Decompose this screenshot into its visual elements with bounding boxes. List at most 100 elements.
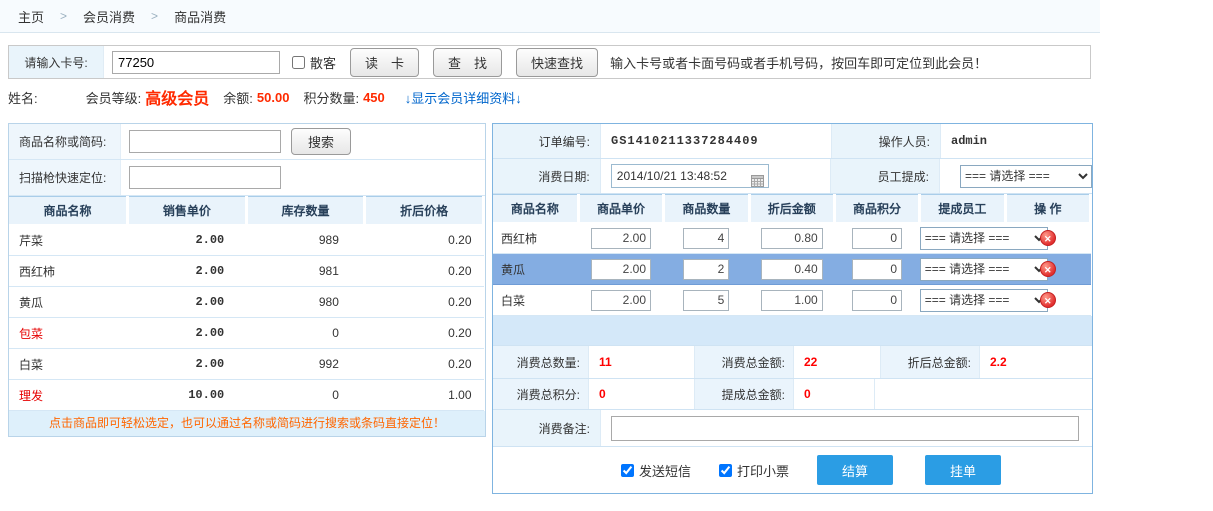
summary-row-1: 消费总数量: 11 消费总金额: 22 折后总金额: 2.2 (493, 346, 1092, 379)
breadcrumb-goods-consume[interactable]: 商品消费 (174, 7, 226, 26)
scan-locate-row: 扫描枪快速定位: (9, 160, 485, 196)
product-discount-cell[interactable]: 0.20 (365, 318, 484, 349)
delete-item-icon[interactable]: ✕ (1040, 230, 1056, 246)
show-member-detail-link[interactable]: ↓显示会员详细资料↓ (405, 88, 522, 107)
product-search-button[interactable]: 搜索 (291, 128, 351, 155)
total-points-label: 消费总积分: (493, 379, 589, 409)
hold-order-button[interactable]: 挂单 (925, 455, 1001, 485)
product-discount-cell[interactable]: 0.20 (365, 349, 484, 380)
item-points-input[interactable] (852, 290, 902, 311)
col-item-name: 商品名称 (493, 195, 578, 223)
product-stock-cell[interactable]: 989 (246, 225, 365, 256)
col-item-qty: 商品数量 (664, 195, 749, 223)
order-item-row[interactable]: 黄瓜 === 请选择 === ✕ (493, 254, 1091, 285)
item-price-input[interactable] (591, 228, 651, 249)
product-row[interactable]: 包菜 2.00 0 0.20 (9, 318, 484, 349)
order-footer: 发送短信 打印小票 结算 挂单 (493, 447, 1092, 493)
order-panel: 订单编号: GS1410211337284409 操作人员: admin 消费日… (492, 123, 1093, 494)
col-discount-price: 折后价格 (365, 197, 484, 225)
operator-value: admin (941, 134, 1092, 148)
col-item-price: 商品单价 (578, 195, 663, 223)
product-name-cell[interactable]: 黄瓜 (9, 287, 128, 318)
item-qty-input[interactable] (683, 290, 729, 311)
delete-item-icon[interactable]: ✕ (1040, 292, 1056, 308)
item-staff-select[interactable]: === 请选择 === (920, 258, 1048, 281)
consume-date-label: 消费日期: (493, 159, 601, 193)
total-qty-value: 11 (589, 355, 694, 369)
product-price-cell[interactable]: 2.00 (128, 256, 247, 287)
product-row[interactable]: 西红柿 2.00 981 0.20 (9, 256, 484, 287)
order-no-value: GS1410211337284409 (601, 134, 831, 148)
calendar-icon[interactable] (751, 175, 764, 190)
product-price-cell[interactable]: 2.00 (128, 287, 247, 318)
product-name-cell[interactable]: 西红柿 (9, 256, 128, 287)
product-discount-cell[interactable]: 1.00 (365, 380, 484, 411)
product-name-cell[interactable]: 包菜 (9, 318, 128, 349)
member-balance-label: 余额: (223, 88, 253, 107)
scan-locate-input[interactable] (129, 166, 281, 189)
item-amount-input[interactable] (761, 228, 823, 249)
settle-button[interactable]: 结算 (817, 455, 893, 485)
product-discount-cell[interactable]: 0.20 (365, 256, 484, 287)
commission-staff-select[interactable]: === 请选择 === (960, 165, 1092, 188)
item-price-input[interactable] (591, 290, 651, 311)
operator-label: 操作人员: (831, 124, 941, 158)
product-row[interactable]: 白菜 2.00 992 0.20 (9, 349, 484, 380)
item-points-input[interactable] (852, 228, 902, 249)
product-stock-cell[interactable]: 0 (246, 380, 365, 411)
member-balance-value: 50.00 (257, 90, 290, 105)
consume-date-input[interactable] (611, 164, 769, 188)
item-staff-select[interactable]: === 请选择 === (920, 227, 1048, 250)
consume-date-wrap (611, 169, 769, 183)
product-discount-cell[interactable]: 0.20 (365, 287, 484, 318)
product-price-cell[interactable]: 2.00 (128, 349, 247, 380)
item-amount-input[interactable] (761, 290, 823, 311)
product-price-cell[interactable]: 10.00 (128, 380, 247, 411)
item-price-input[interactable] (591, 259, 651, 280)
product-row[interactable]: 黄瓜 2.00 980 0.20 (9, 287, 484, 318)
order-item-row[interactable]: 白菜 === 请选择 === ✕ (493, 285, 1091, 316)
product-price-cell[interactable]: 2.00 (128, 318, 247, 349)
quick-find-button[interactable]: 快速查找 (516, 48, 598, 77)
breadcrumb-home[interactable]: 主页 (18, 7, 44, 26)
commission-total-value: 0 (794, 387, 874, 401)
order-item-name: 白菜 (493, 285, 578, 316)
product-row[interactable]: 芹菜 2.00 989 0.20 (9, 225, 484, 256)
guest-checkbox[interactable] (292, 56, 305, 69)
order-item-row[interactable]: 西红柿 === 请选择 === ✕ (493, 223, 1091, 254)
delete-item-icon[interactable]: ✕ (1040, 261, 1056, 277)
product-search-row: 商品名称或简码: 搜索 (9, 124, 485, 160)
product-panel: 商品名称或简码: 搜索 扫描枪快速定位: 商品名称 销售单价 库存数量 折后价格… (8, 123, 486, 437)
order-item-name: 黄瓜 (493, 254, 578, 285)
product-stock-cell[interactable]: 980 (246, 287, 365, 318)
read-card-button[interactable]: 读 卡 (350, 48, 419, 77)
product-discount-cell[interactable]: 0.20 (365, 225, 484, 256)
send-sms-checkbox[interactable] (621, 464, 634, 477)
remark-input[interactable] (611, 416, 1079, 441)
product-stock-cell[interactable]: 0 (246, 318, 365, 349)
product-row[interactable]: 理发 10.00 0 1.00 (9, 380, 484, 411)
product-price-cell[interactable]: 2.00 (128, 225, 247, 256)
card-number-label: 请输入卡号: (9, 46, 104, 78)
product-name-cell[interactable]: 白菜 (9, 349, 128, 380)
item-staff-select[interactable]: === 请选择 === (920, 289, 1048, 312)
item-points-input[interactable] (852, 259, 902, 280)
product-name-cell[interactable]: 芹菜 (9, 225, 128, 256)
print-receipt-checkbox[interactable] (719, 464, 732, 477)
find-button[interactable]: 查 找 (433, 48, 502, 77)
card-number-input[interactable] (112, 51, 280, 74)
item-qty-input[interactable] (683, 259, 729, 280)
item-qty-input[interactable] (683, 228, 729, 249)
product-stock-cell[interactable]: 981 (246, 256, 365, 287)
total-amount-value: 22 (794, 355, 880, 369)
member-name-label: 姓名: (8, 88, 38, 107)
product-search-input[interactable] (129, 130, 281, 153)
empty-highlight-band (493, 316, 1092, 346)
breadcrumb-member-consume[interactable]: 会员消费 (83, 7, 135, 26)
item-amount-input[interactable] (761, 259, 823, 280)
order-table-header-row: 商品名称 商品单价 商品数量 折后金额 商品积分 提成员工 操 作 (493, 195, 1091, 223)
product-stock-cell[interactable]: 992 (246, 349, 365, 380)
product-name-cell[interactable]: 理发 (9, 380, 128, 411)
guest-label: 散客 (310, 53, 336, 72)
member-info-bar: 姓名: 会员等级: 高级会员 余额: 50.00 积分数量: 450 ↓显示会员… (0, 79, 1213, 115)
